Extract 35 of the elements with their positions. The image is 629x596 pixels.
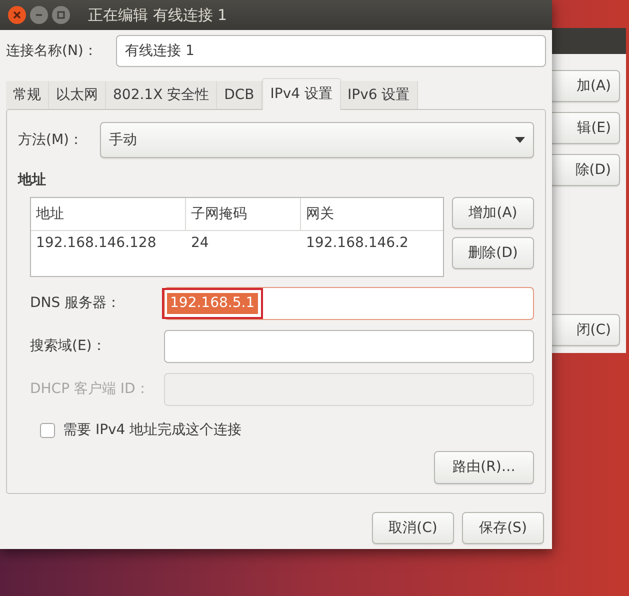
checkbox[interactable] xyxy=(40,423,55,438)
maximize-icon[interactable] xyxy=(52,6,70,24)
tab[interactable]: 802.1X 安全性 xyxy=(106,81,218,109)
method-dropdown[interactable]: 手动 xyxy=(100,122,534,158)
tab[interactable]: IPv4 设置 xyxy=(262,78,341,110)
field-label: DHCP 客户端 ID： xyxy=(30,380,150,399)
close-icon[interactable] xyxy=(8,6,26,24)
column-header[interactable]: 网关 xyxy=(301,198,443,230)
field-label: 方法(M)： xyxy=(18,130,84,150)
connection-name-field[interactable]: 有线连接 1 xyxy=(116,35,546,67)
column-header[interactable]: 地址 xyxy=(31,198,186,230)
text-field[interactable] xyxy=(164,373,534,406)
tab[interactable]: DCB xyxy=(217,81,262,109)
text-field[interactable] xyxy=(164,330,534,363)
table-cell-text: 24 xyxy=(190,234,210,252)
selected-text: 192.168.5.1 xyxy=(167,293,258,314)
dialog-button[interactable]: 取消(C) xyxy=(372,512,454,544)
section-heading: 地址 xyxy=(18,171,47,190)
field-label: DNS 服务器： xyxy=(30,294,122,313)
field-label: 搜索域(E)： xyxy=(30,337,107,356)
table-cell-text: 192.168.146.2 xyxy=(305,234,410,252)
tab[interactable]: 常规 xyxy=(6,81,49,109)
routes-button[interactable]: 路由(R)… xyxy=(434,451,534,484)
table-action-button[interactable]: 增加(A) xyxy=(452,197,534,229)
window-title: 正在编辑 有线连接 1 xyxy=(88,4,228,26)
field-label: 连接名称(N)： xyxy=(6,42,98,60)
dropdown-caret-icon xyxy=(515,137,525,143)
tab[interactable]: IPv6 设置 xyxy=(340,81,418,109)
tab[interactable]: 以太网 xyxy=(49,81,106,109)
checkbox-label: 需要 IPv4 地址完成这个连接 xyxy=(63,421,242,440)
dialog-button[interactable]: 保存(S) xyxy=(462,512,544,544)
table-action-button[interactable]: 删除(D) xyxy=(452,237,534,269)
column-header[interactable]: 子网掩码 xyxy=(186,198,301,230)
table-cell-text: 192.168.146.128 xyxy=(35,234,158,252)
minimize-icon[interactable] xyxy=(30,6,48,24)
